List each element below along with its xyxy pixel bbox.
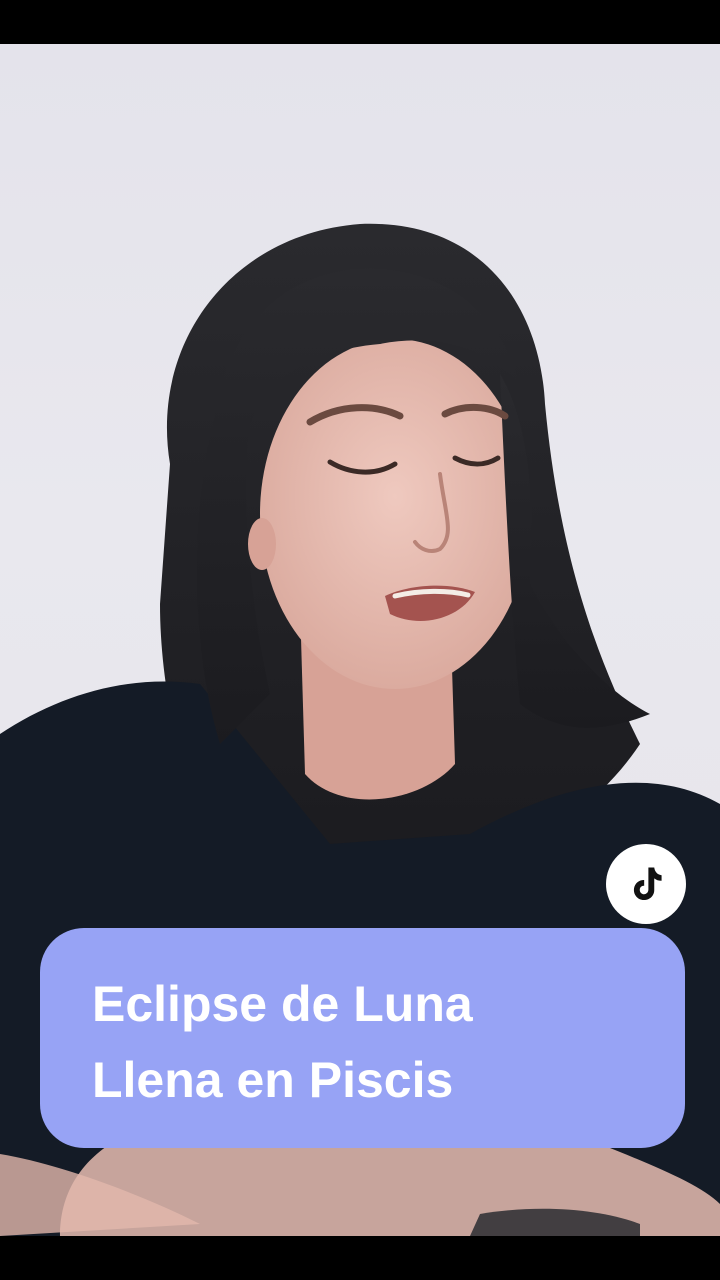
tiktok-badge[interactable] [606,844,686,924]
face [260,339,530,689]
letterbox-top [0,0,720,44]
caption-line-2: Llena en Piscis [92,1052,454,1108]
caption-card: Eclipse de Luna Llena en Piscis [40,928,685,1148]
caption-line-1: Eclipse de Luna [92,976,473,1032]
letterbox-bottom [0,1236,720,1280]
tiktok-logo-icon [633,867,662,901]
video-frame: Eclipse de Luna Llena en Piscis [0,0,720,1280]
video-still[interactable]: Eclipse de Luna Llena en Piscis [0,44,720,1236]
